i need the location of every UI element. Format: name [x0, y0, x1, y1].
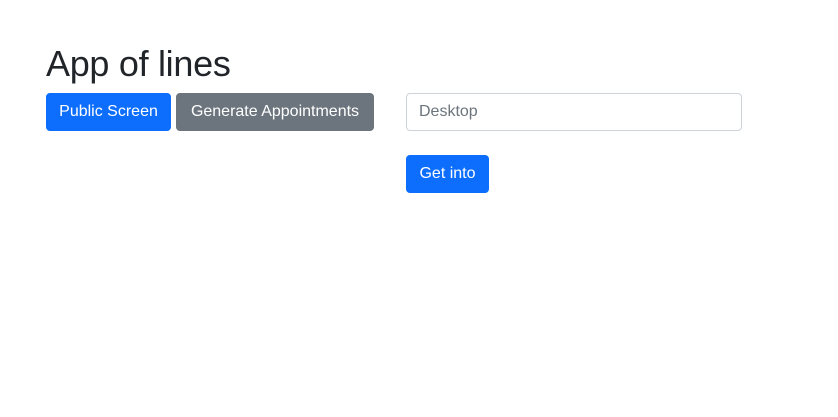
app-container: App of lines Public Screen Generate Appo… — [0, 0, 838, 417]
desktop-input[interactable] — [406, 93, 742, 131]
page-title: App of lines — [46, 43, 231, 84]
public-screen-button[interactable]: Public Screen — [46, 93, 171, 131]
get-into-button[interactable]: Get into — [406, 155, 489, 193]
generate-appointments-button[interactable]: Generate Appointments — [176, 93, 374, 131]
